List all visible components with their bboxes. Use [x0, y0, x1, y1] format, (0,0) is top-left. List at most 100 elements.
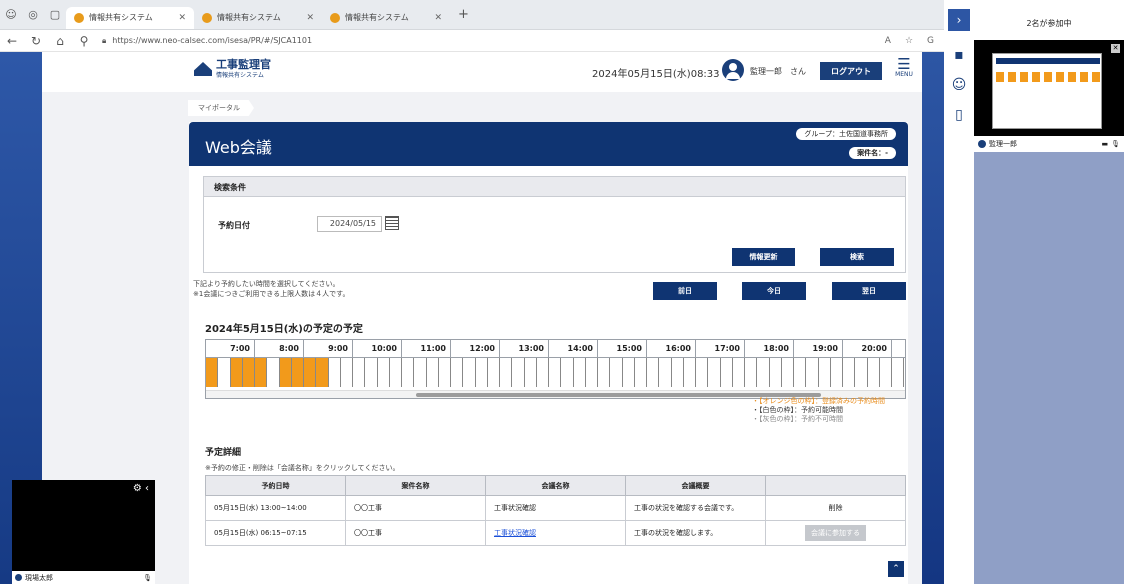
time-slot[interactable] — [818, 358, 831, 387]
time-slot[interactable] — [242, 358, 255, 387]
time-slot[interactable] — [720, 358, 733, 387]
time-slot[interactable] — [892, 358, 905, 387]
time-slot[interactable] — [426, 358, 439, 387]
time-slot[interactable] — [291, 358, 304, 387]
close-tab-icon[interactable]: ✕ — [178, 13, 186, 23]
join-meeting-button[interactable]: 会議に参加する — [805, 525, 866, 541]
time-slot[interactable] — [757, 358, 770, 387]
read-aloud-icon[interactable]: A — [885, 36, 891, 46]
time-slot[interactable] — [402, 358, 415, 387]
time-slot[interactable] — [536, 358, 549, 387]
time-slot[interactable] — [855, 358, 868, 387]
time-slot[interactable] — [353, 358, 366, 387]
time-slot[interactable] — [377, 358, 390, 387]
time-slot[interactable] — [524, 358, 537, 387]
time-slot[interactable] — [573, 358, 586, 387]
logout-button[interactable]: ログアウト — [820, 62, 882, 80]
new-tab-icon[interactable]: + — [450, 7, 477, 22]
calendar-icon[interactable] — [385, 216, 399, 230]
time-slot[interactable] — [671, 358, 684, 387]
time-slot[interactable] — [365, 358, 378, 387]
close-tab-icon[interactable]: ✕ — [434, 13, 442, 23]
time-slot[interactable] — [683, 358, 696, 387]
time-slot[interactable] — [267, 358, 280, 387]
time-slot[interactable] — [769, 358, 782, 387]
time-slot[interactable] — [340, 358, 353, 387]
time-slot[interactable] — [389, 358, 402, 387]
time-slot[interactable] — [843, 358, 856, 387]
home-icon[interactable]: ⌂ — [48, 34, 72, 48]
time-slot[interactable] — [561, 358, 574, 387]
profile-icon[interactable]: ☺ — [0, 8, 22, 21]
time-slot[interactable] — [879, 358, 892, 387]
site-logo[interactable]: 工事監理官 情報共有システム — [194, 59, 271, 79]
reservation-date-input[interactable]: 2024/05/15 — [317, 216, 382, 232]
reaction-icon[interactable]: ☺ — [950, 76, 968, 94]
search-icon[interactable]: ⚲ — [72, 34, 96, 48]
browser-tab-2[interactable]: 情報共有システム ✕ — [194, 7, 322, 29]
time-slot[interactable] — [647, 358, 660, 387]
close-preview-icon[interactable]: ✕ — [1111, 44, 1120, 53]
scroll-top-icon[interactable]: ⌃ — [888, 561, 904, 577]
time-slot[interactable] — [549, 358, 562, 387]
time-slot[interactable] — [328, 358, 341, 387]
time-slot[interactable] — [463, 358, 476, 387]
time-slot[interactable] — [708, 358, 721, 387]
browser-tab-1[interactable]: 情報共有システム ✕ — [66, 6, 194, 29]
time-slot[interactable] — [794, 358, 807, 387]
screen-share-preview[interactable]: ✕ — [974, 40, 1124, 136]
favorite-star-icon[interactable]: ☆ — [905, 36, 913, 46]
time-slot[interactable] — [659, 358, 672, 387]
collapse-arrow-icon[interactable]: › — [948, 9, 970, 31]
time-slot[interactable] — [230, 358, 243, 387]
time-slot[interactable] — [598, 358, 611, 387]
previous-day-button[interactable]: 前日 — [653, 282, 717, 300]
time-slot[interactable] — [255, 358, 268, 387]
meeting-name-link[interactable]: 工事状況確認 — [494, 529, 536, 537]
time-slot[interactable] — [451, 358, 464, 387]
time-slot[interactable] — [316, 358, 329, 387]
time-slot[interactable] — [696, 358, 709, 387]
copilot-icon[interactable]: G — [927, 36, 934, 46]
search-button[interactable]: 検索 — [820, 248, 894, 266]
today-button[interactable]: 今日 — [742, 282, 806, 300]
time-slot[interactable] — [206, 358, 219, 387]
menu-button[interactable]: ☰ MENU — [892, 57, 916, 79]
time-slot[interactable] — [610, 358, 623, 387]
reload-icon[interactable]: ↻ — [24, 34, 48, 48]
time-slot[interactable] — [487, 358, 500, 387]
time-slot[interactable] — [475, 358, 488, 387]
time-slot[interactable] — [781, 358, 794, 387]
time-slot[interactable] — [414, 358, 427, 387]
time-slot[interactable] — [304, 358, 317, 387]
time-slot[interactable] — [512, 358, 525, 387]
time-slot[interactable] — [806, 358, 819, 387]
time-slot[interactable] — [438, 358, 451, 387]
time-slot[interactable] — [218, 358, 231, 387]
breadcrumb[interactable]: マイポータル — [188, 100, 254, 116]
time-slot[interactable] — [732, 358, 745, 387]
video-settings-icon[interactable]: ⚙ ‹ — [133, 483, 149, 494]
table-header-row: 予約日時 案件名称 会議名称 会議概要 — [205, 475, 906, 496]
time-slot[interactable] — [904, 358, 905, 387]
web-meeting-panel: Web会議 グループ：土佐国道事務所 案件名：- 検索条件 予約日付 2024/… — [189, 122, 908, 584]
chat-icon[interactable]: ▪ — [950, 46, 968, 64]
workspaces-icon[interactable]: ◎ — [22, 8, 44, 21]
refresh-button[interactable]: 情報更新 — [732, 248, 795, 266]
time-slot[interactable] — [585, 358, 598, 387]
time-slot[interactable] — [622, 358, 635, 387]
tab-actions-icon[interactable]: ▢ — [44, 8, 66, 21]
delete-link[interactable]: 削除 — [765, 495, 906, 521]
url-field[interactable]: 🔒︎ https://www.neo-calsec.com/isesa/PR/#… — [102, 36, 885, 46]
leave-door-icon[interactable]: ▯ — [950, 106, 968, 124]
time-slot[interactable] — [830, 358, 843, 387]
close-tab-icon[interactable]: ✕ — [306, 13, 314, 23]
time-slot[interactable] — [634, 358, 647, 387]
time-slot[interactable] — [745, 358, 758, 387]
time-slot[interactable] — [500, 358, 513, 387]
time-slot[interactable] — [279, 358, 292, 387]
back-icon[interactable]: ← — [0, 34, 24, 48]
browser-tab-3[interactable]: 情報共有システム ✕ — [322, 7, 450, 29]
next-day-button[interactable]: 翌日 — [832, 282, 906, 300]
time-slot[interactable] — [867, 358, 880, 387]
